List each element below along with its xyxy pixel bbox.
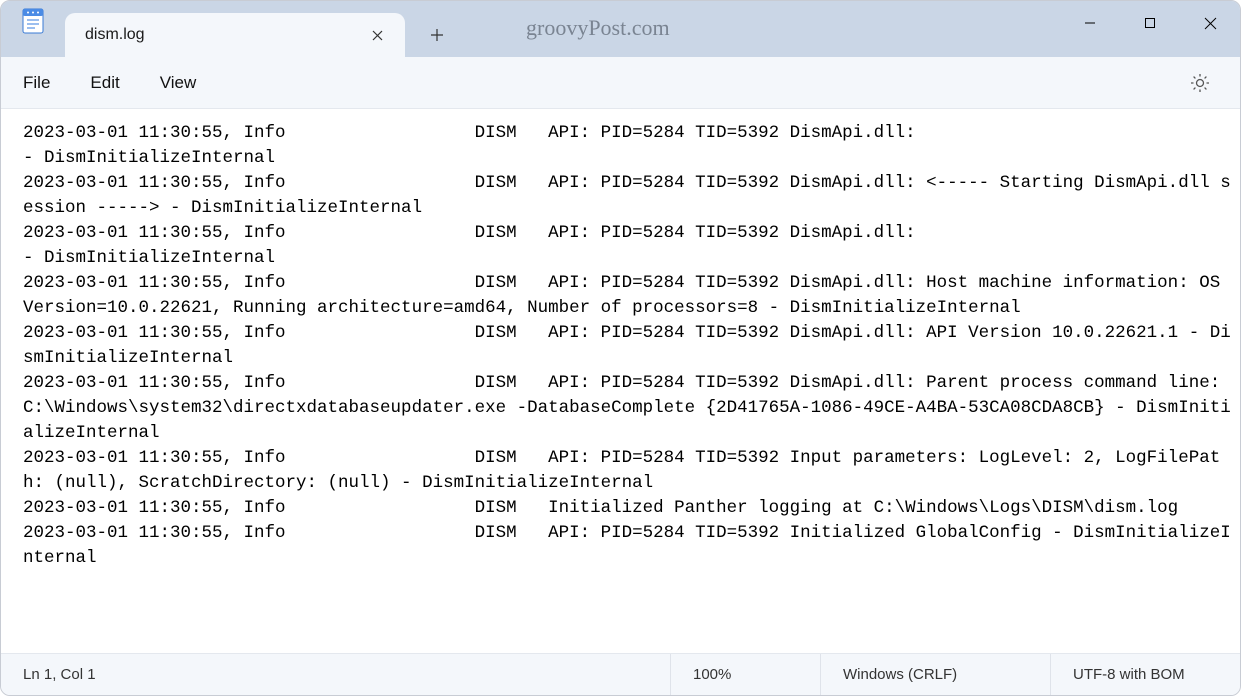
status-cursor-position[interactable]: Ln 1, Col 1 <box>1 654 670 695</box>
notepad-window: dism.log groovyPost.com <box>0 0 1241 696</box>
minimize-button[interactable] <box>1060 1 1120 45</box>
menubar: File Edit View <box>1 57 1240 109</box>
status-line-ending[interactable]: Windows (CRLF) <box>820 654 1050 695</box>
window-controls <box>1060 1 1240 45</box>
tab-title: dism.log <box>85 26 353 44</box>
menu-edit[interactable]: Edit <box>78 67 147 99</box>
menu-view[interactable]: View <box>148 67 225 99</box>
status-zoom[interactable]: 100% <box>670 654 820 695</box>
new-tab-button[interactable] <box>413 13 461 57</box>
minimize-icon <box>1084 17 1096 29</box>
maximize-icon <box>1144 17 1156 29</box>
plus-icon <box>430 28 444 42</box>
menu-file[interactable]: File <box>11 67 78 99</box>
text-editor[interactable]: 2023-03-01 11:30:55, Info DISM API: PID=… <box>23 121 1232 653</box>
tab-close-button[interactable] <box>363 21 391 49</box>
close-icon <box>1204 17 1217 30</box>
close-window-button[interactable] <box>1180 1 1240 45</box>
close-icon <box>372 30 383 41</box>
gear-icon <box>1190 73 1210 93</box>
editor-area: 2023-03-01 11:30:55, Info DISM API: PID=… <box>1 109 1240 653</box>
status-encoding[interactable]: UTF-8 with BOM <box>1050 654 1240 695</box>
titlebar[interactable]: dism.log groovyPost.com <box>1 1 1240 57</box>
settings-button[interactable] <box>1180 63 1220 103</box>
watermark-text: groovyPost.com <box>526 15 670 41</box>
statusbar: Ln 1, Col 1 100% Windows (CRLF) UTF-8 wi… <box>1 653 1240 695</box>
tab-dism-log[interactable]: dism.log <box>65 13 405 57</box>
app-icon <box>19 8 47 36</box>
maximize-button[interactable] <box>1120 1 1180 45</box>
